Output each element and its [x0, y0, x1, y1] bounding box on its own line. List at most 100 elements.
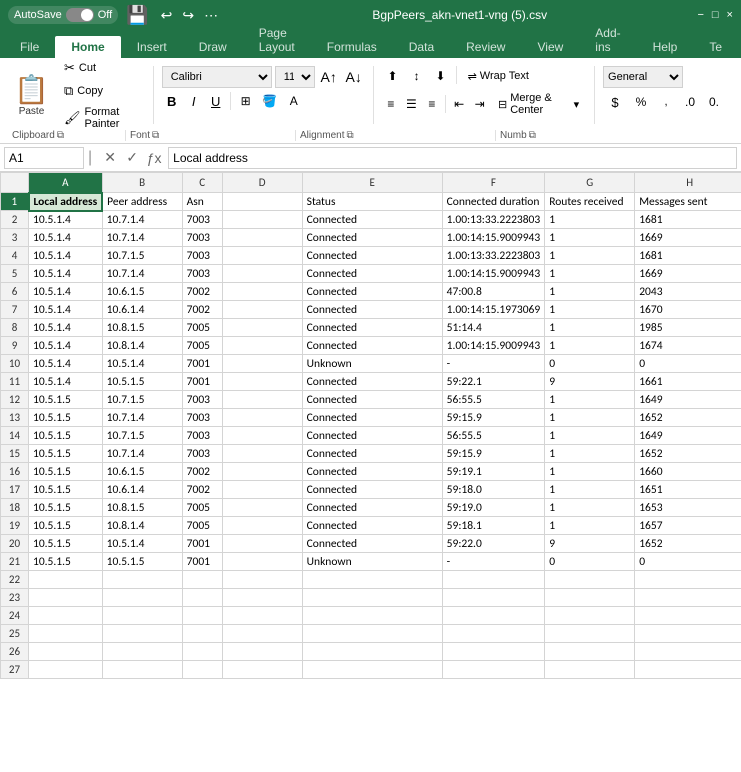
row-header-empty-26[interactable]: 26 — [1, 643, 29, 661]
cell[interactable]: 10.5.1.4 — [102, 535, 182, 553]
cell[interactable]: 59:22.0 — [442, 535, 545, 553]
cell[interactable]: 56:55.5 — [442, 427, 545, 445]
currency-button[interactable]: $ — [603, 91, 627, 113]
cell[interactable] — [222, 319, 302, 337]
cell[interactable]: 10.5.1.5 — [29, 517, 103, 535]
cell-empty[interactable] — [182, 643, 222, 661]
number-expand-icon[interactable]: ⧉ — [529, 130, 536, 141]
row-header-16[interactable]: 16 — [1, 463, 29, 481]
row-header-6[interactable]: 6 — [1, 283, 29, 301]
cell[interactable]: 7005 — [182, 337, 222, 355]
cell[interactable] — [222, 247, 302, 265]
cell[interactable]: 1 — [545, 229, 635, 247]
cell[interactable]: 7003 — [182, 265, 222, 283]
tab-review[interactable]: Review — [450, 36, 521, 58]
cell[interactable] — [222, 355, 302, 373]
cell[interactable]: 10.5.1.4 — [29, 373, 103, 391]
cell[interactable]: 1653 — [635, 499, 741, 517]
cell[interactable]: 10.5.1.4 — [29, 229, 103, 247]
cell[interactable]: 1669 — [635, 229, 741, 247]
cell-empty[interactable] — [102, 571, 182, 589]
cell[interactable]: 1 — [545, 319, 635, 337]
cell[interactable]: 59:15.9 — [442, 445, 545, 463]
row-header-17[interactable]: 17 — [1, 481, 29, 499]
cell-empty[interactable] — [182, 589, 222, 607]
cell[interactable]: 7003 — [182, 391, 222, 409]
cell[interactable] — [222, 373, 302, 391]
cell[interactable]: 10.6.1.5 — [102, 283, 182, 301]
cell-empty[interactable] — [29, 607, 103, 625]
cell[interactable]: Peer address — [102, 193, 182, 211]
copy-button[interactable]: ⧉ Copy — [59, 80, 145, 102]
cell[interactable]: Connected — [302, 409, 442, 427]
cell[interactable] — [222, 535, 302, 553]
col-header-f[interactable]: F — [442, 173, 545, 193]
cell[interactable]: 1 — [545, 463, 635, 481]
cell-empty[interactable] — [222, 571, 302, 589]
cell[interactable]: 10.5.1.4 — [29, 283, 103, 301]
font-family-select[interactable]: Calibri — [162, 66, 272, 88]
font-color-button[interactable]: A — [283, 91, 305, 111]
tab-insert[interactable]: Insert — [121, 36, 183, 58]
col-header-g[interactable]: G — [545, 173, 635, 193]
font-expand-icon[interactable]: ⧉ — [152, 130, 159, 141]
cell-empty[interactable] — [635, 625, 741, 643]
cell-empty[interactable] — [545, 625, 635, 643]
tab-file[interactable]: File — [4, 36, 55, 58]
cell[interactable]: Connected — [302, 445, 442, 463]
cell-empty[interactable] — [102, 625, 182, 643]
cell[interactable] — [222, 391, 302, 409]
cell[interactable]: 7002 — [182, 301, 222, 319]
cell[interactable] — [222, 211, 302, 229]
tab-draw[interactable]: Draw — [183, 36, 243, 58]
cell-empty[interactable] — [302, 571, 442, 589]
cell[interactable]: 1.00:13:33.2223803 — [442, 211, 545, 229]
cell[interactable]: 59:15.9 — [442, 409, 545, 427]
cell-empty[interactable] — [222, 589, 302, 607]
font-size-select[interactable]: 11 — [275, 66, 315, 88]
cell-empty[interactable] — [635, 643, 741, 661]
cell[interactable]: 10.5.1.4 — [29, 319, 103, 337]
cell[interactable]: 1652 — [635, 535, 741, 553]
cell-reference-input[interactable] — [4, 147, 84, 169]
cell[interactable]: 7002 — [182, 481, 222, 499]
cell[interactable]: Connected — [302, 211, 442, 229]
cell[interactable]: 7003 — [182, 229, 222, 247]
cell[interactable]: 0 — [545, 355, 635, 373]
cell[interactable]: 7001 — [182, 535, 222, 553]
cell[interactable]: 7005 — [182, 319, 222, 337]
align-left-button[interactable]: ≡ — [382, 94, 401, 114]
cell-empty[interactable] — [182, 625, 222, 643]
cell[interactable]: 10.5.1.5 — [29, 445, 103, 463]
cell[interactable]: - — [442, 355, 545, 373]
cell[interactable]: 10.5.1.4 — [29, 355, 103, 373]
align-middle-button[interactable]: ↕ — [406, 66, 428, 86]
tab-addins[interactable]: Add-ins — [579, 22, 636, 58]
cell[interactable]: 7005 — [182, 499, 222, 517]
row-header-4[interactable]: 4 — [1, 247, 29, 265]
format-painter-button[interactable]: 🖌 Format Painter — [59, 103, 145, 133]
cell[interactable]: 1 — [545, 211, 635, 229]
cell-empty[interactable] — [102, 589, 182, 607]
cell-empty[interactable] — [545, 589, 635, 607]
row-header-18[interactable]: 18 — [1, 499, 29, 517]
cell[interactable]: 1652 — [635, 445, 741, 463]
cell[interactable]: 10.7.1.5 — [102, 391, 182, 409]
col-header-e[interactable]: E — [302, 173, 442, 193]
comma-button[interactable]: , — [655, 92, 677, 112]
row-header-10[interactable]: 10 — [1, 355, 29, 373]
decrease-decimal-button[interactable]: 0. — [703, 92, 725, 112]
cell[interactable]: Connected — [302, 301, 442, 319]
autosave-toggle[interactable]: AutoSave Off — [8, 6, 118, 24]
cell[interactable]: Connected — [302, 229, 442, 247]
tab-data[interactable]: Data — [393, 36, 450, 58]
cell-empty[interactable] — [302, 661, 442, 679]
row-header-19[interactable]: 19 — [1, 517, 29, 535]
borders-button[interactable]: ⊞ — [235, 91, 257, 111]
cell-empty[interactable] — [442, 589, 545, 607]
font-group-label[interactable]: Font ⧉ — [126, 130, 296, 141]
cell-empty[interactable] — [442, 571, 545, 589]
align-bottom-button[interactable]: ⬇ — [430, 66, 452, 86]
cell[interactable]: 1985 — [635, 319, 741, 337]
cell[interactable]: 59:18.1 — [442, 517, 545, 535]
